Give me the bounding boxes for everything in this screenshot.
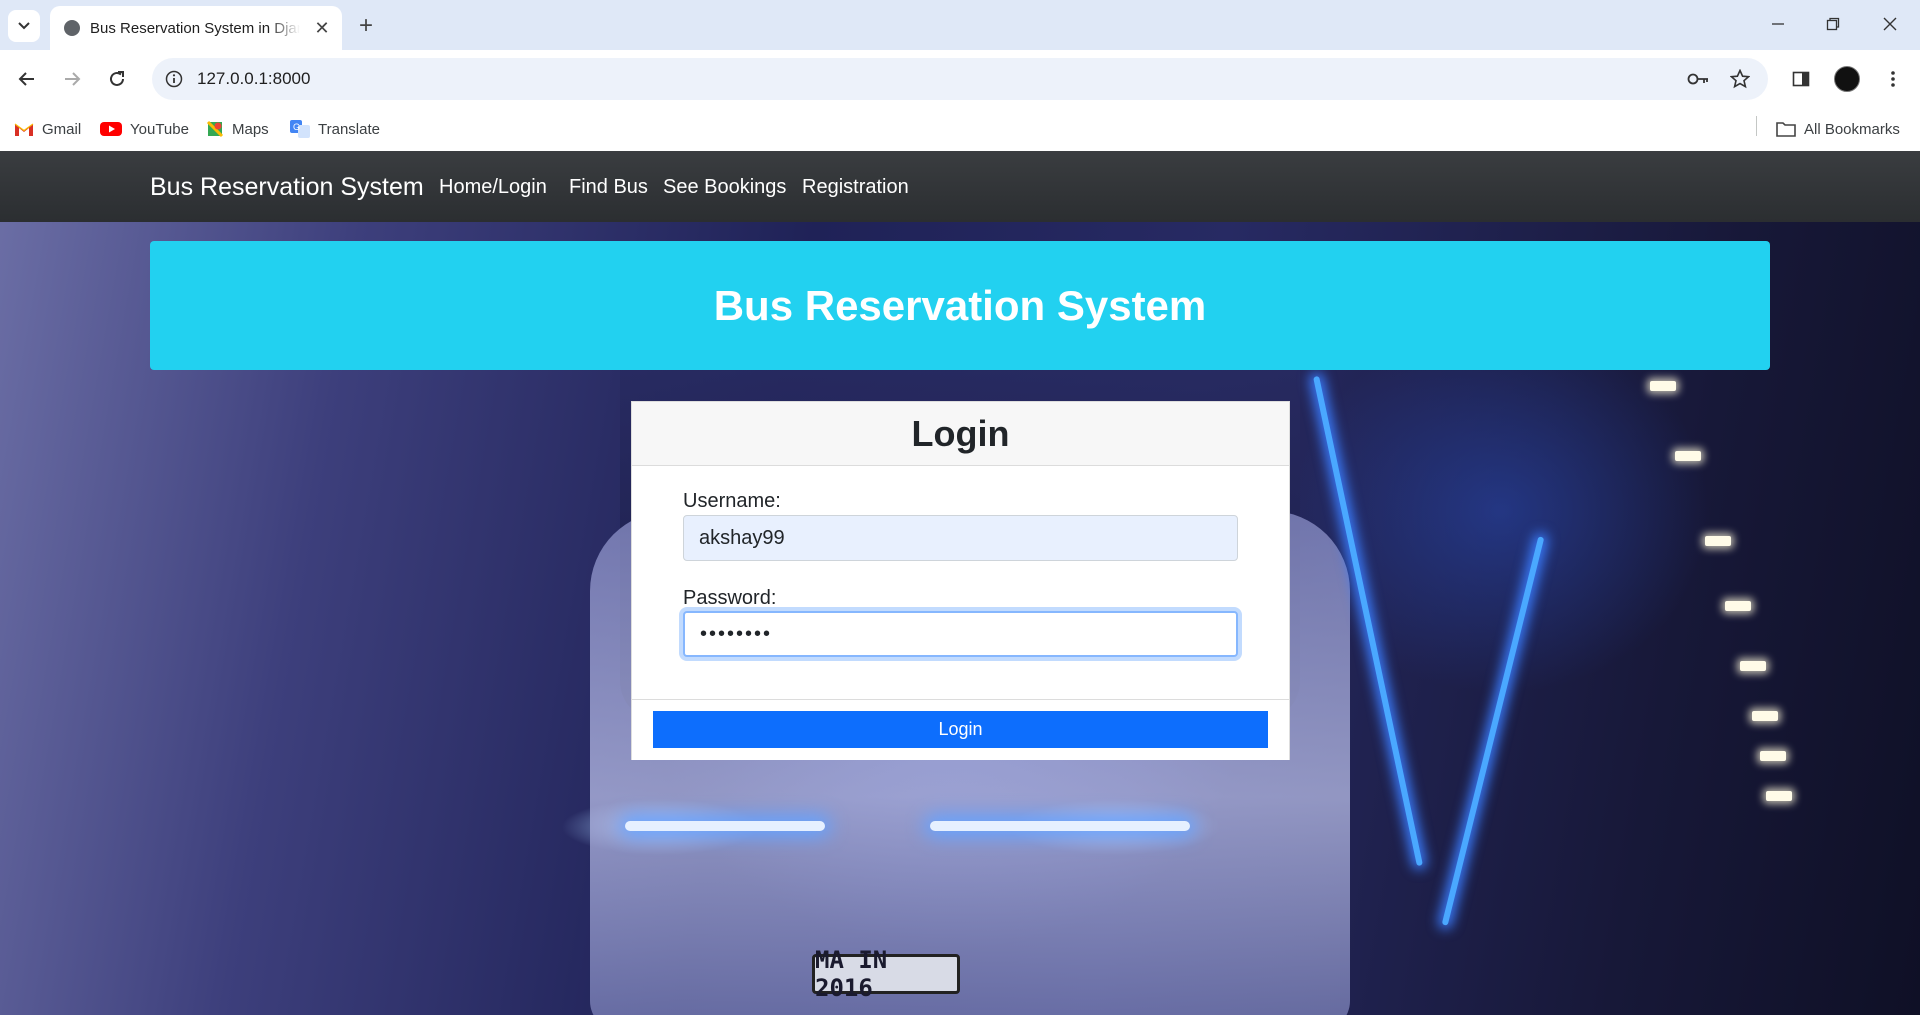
avatar[interactable] [1834,66,1860,92]
tunnel-light [1740,661,1766,671]
more-vertical-icon [1891,71,1895,87]
headlight-strip-right [930,821,1190,831]
arrow-right-icon [65,72,81,86]
bookmarks-separator [1756,116,1757,136]
login-card-header: Login [632,402,1289,466]
login-title: Login [911,412,1010,454]
browser-tab[interactable]: Bus Reservation System in Django ✕ [50,6,342,50]
username-label: Username: [683,490,781,512]
back-button[interactable] [10,62,44,96]
tunnel-light [1725,601,1751,611]
side-panel-icon [1792,71,1810,87]
site-navbar: Bus Reservation System Home/Login Find B… [0,151,1920,222]
restore-icon [1826,17,1840,31]
close-window-button[interactable] [1872,8,1908,40]
password-label: Password: [683,587,777,609]
maps-icon [206,120,224,138]
close-icon[interactable]: ✕ [310,16,334,40]
login-button[interactable]: Login [653,711,1268,748]
login-card-footer: Login [632,699,1289,760]
tunnel-light [1705,536,1731,546]
tunnel-light [1650,381,1676,391]
all-bookmarks-label: All Bookmarks [1804,120,1900,138]
username-input[interactable]: akshay99 [683,515,1238,561]
menu-button[interactable] [1876,62,1910,96]
tab-title: Bus Reservation System in Django [90,20,300,37]
youtube-icon [100,122,122,136]
folder-icon [1776,122,1796,137]
minimize-button[interactable] [1760,8,1796,40]
bookmark-label: Maps [232,120,269,138]
close-icon [1883,17,1897,31]
bookmark-label: Gmail [42,120,82,138]
nav-link-home-login[interactable]: Home/Login [439,176,547,199]
side-panel-button[interactable] [1784,62,1818,96]
nav-link-registration[interactable]: Registration [802,176,909,199]
nav-link-see-bookings[interactable]: See Bookings [663,176,786,199]
info-icon[interactable] [162,67,186,91]
hero-banner: Bus Reservation System [150,241,1770,370]
chevron-down-icon [18,22,30,30]
bookmark-youtube[interactable]: YouTube [100,116,189,142]
url-text: 127.0.0.1:8000 [197,69,311,88]
browser-tabstrip: Bus Reservation System in Django ✕ + [0,0,1920,50]
browser-toolbar: 127.0.0.1:8000 [0,50,1920,108]
translate-icon: G [290,120,310,138]
bookmarks-bar: Gmail YouTube Maps G Translate All Bookm… [0,108,1920,151]
password-input[interactable]: •••••••• [683,611,1238,657]
bookmark-maps[interactable]: Maps [206,116,269,142]
globe-icon [64,20,80,36]
bookmark-gmail[interactable]: Gmail [14,116,81,142]
tunnel-light [1766,791,1792,801]
minimize-icon [1772,23,1784,25]
bookmark-label: Translate [318,120,380,138]
forward-button[interactable] [55,62,89,96]
address-bar[interactable]: 127.0.0.1:8000 [152,58,1768,100]
tunnel-light [1675,451,1701,461]
navbar-brand[interactable]: Bus Reservation System [150,173,424,202]
new-tab-button[interactable]: + [352,12,380,40]
banner-title: Bus Reservation System [713,281,1207,329]
tunnel-light [1760,751,1786,761]
key-icon[interactable] [1686,67,1710,91]
tab-search-button[interactable] [8,10,40,42]
headlight-strip-left [625,821,825,831]
reload-icon [110,71,124,86]
nav-link-find-bus[interactable]: Find Bus [569,176,648,199]
star-icon[interactable] [1728,67,1752,91]
license-plate: MA IN 2016 [812,946,960,1002]
restore-button[interactable] [1815,8,1851,40]
reload-button[interactable] [100,62,134,96]
svg-text:G: G [293,122,300,132]
all-bookmarks-button[interactable]: All Bookmarks [1776,116,1900,142]
gmail-icon [14,123,34,136]
tunnel-light [1752,711,1778,721]
bookmark-translate[interactable]: G Translate [290,116,380,142]
arrow-left-icon [18,72,34,86]
login-card: Login Username: akshay99 Password: •••••… [631,401,1290,760]
bookmark-label: YouTube [130,120,189,138]
